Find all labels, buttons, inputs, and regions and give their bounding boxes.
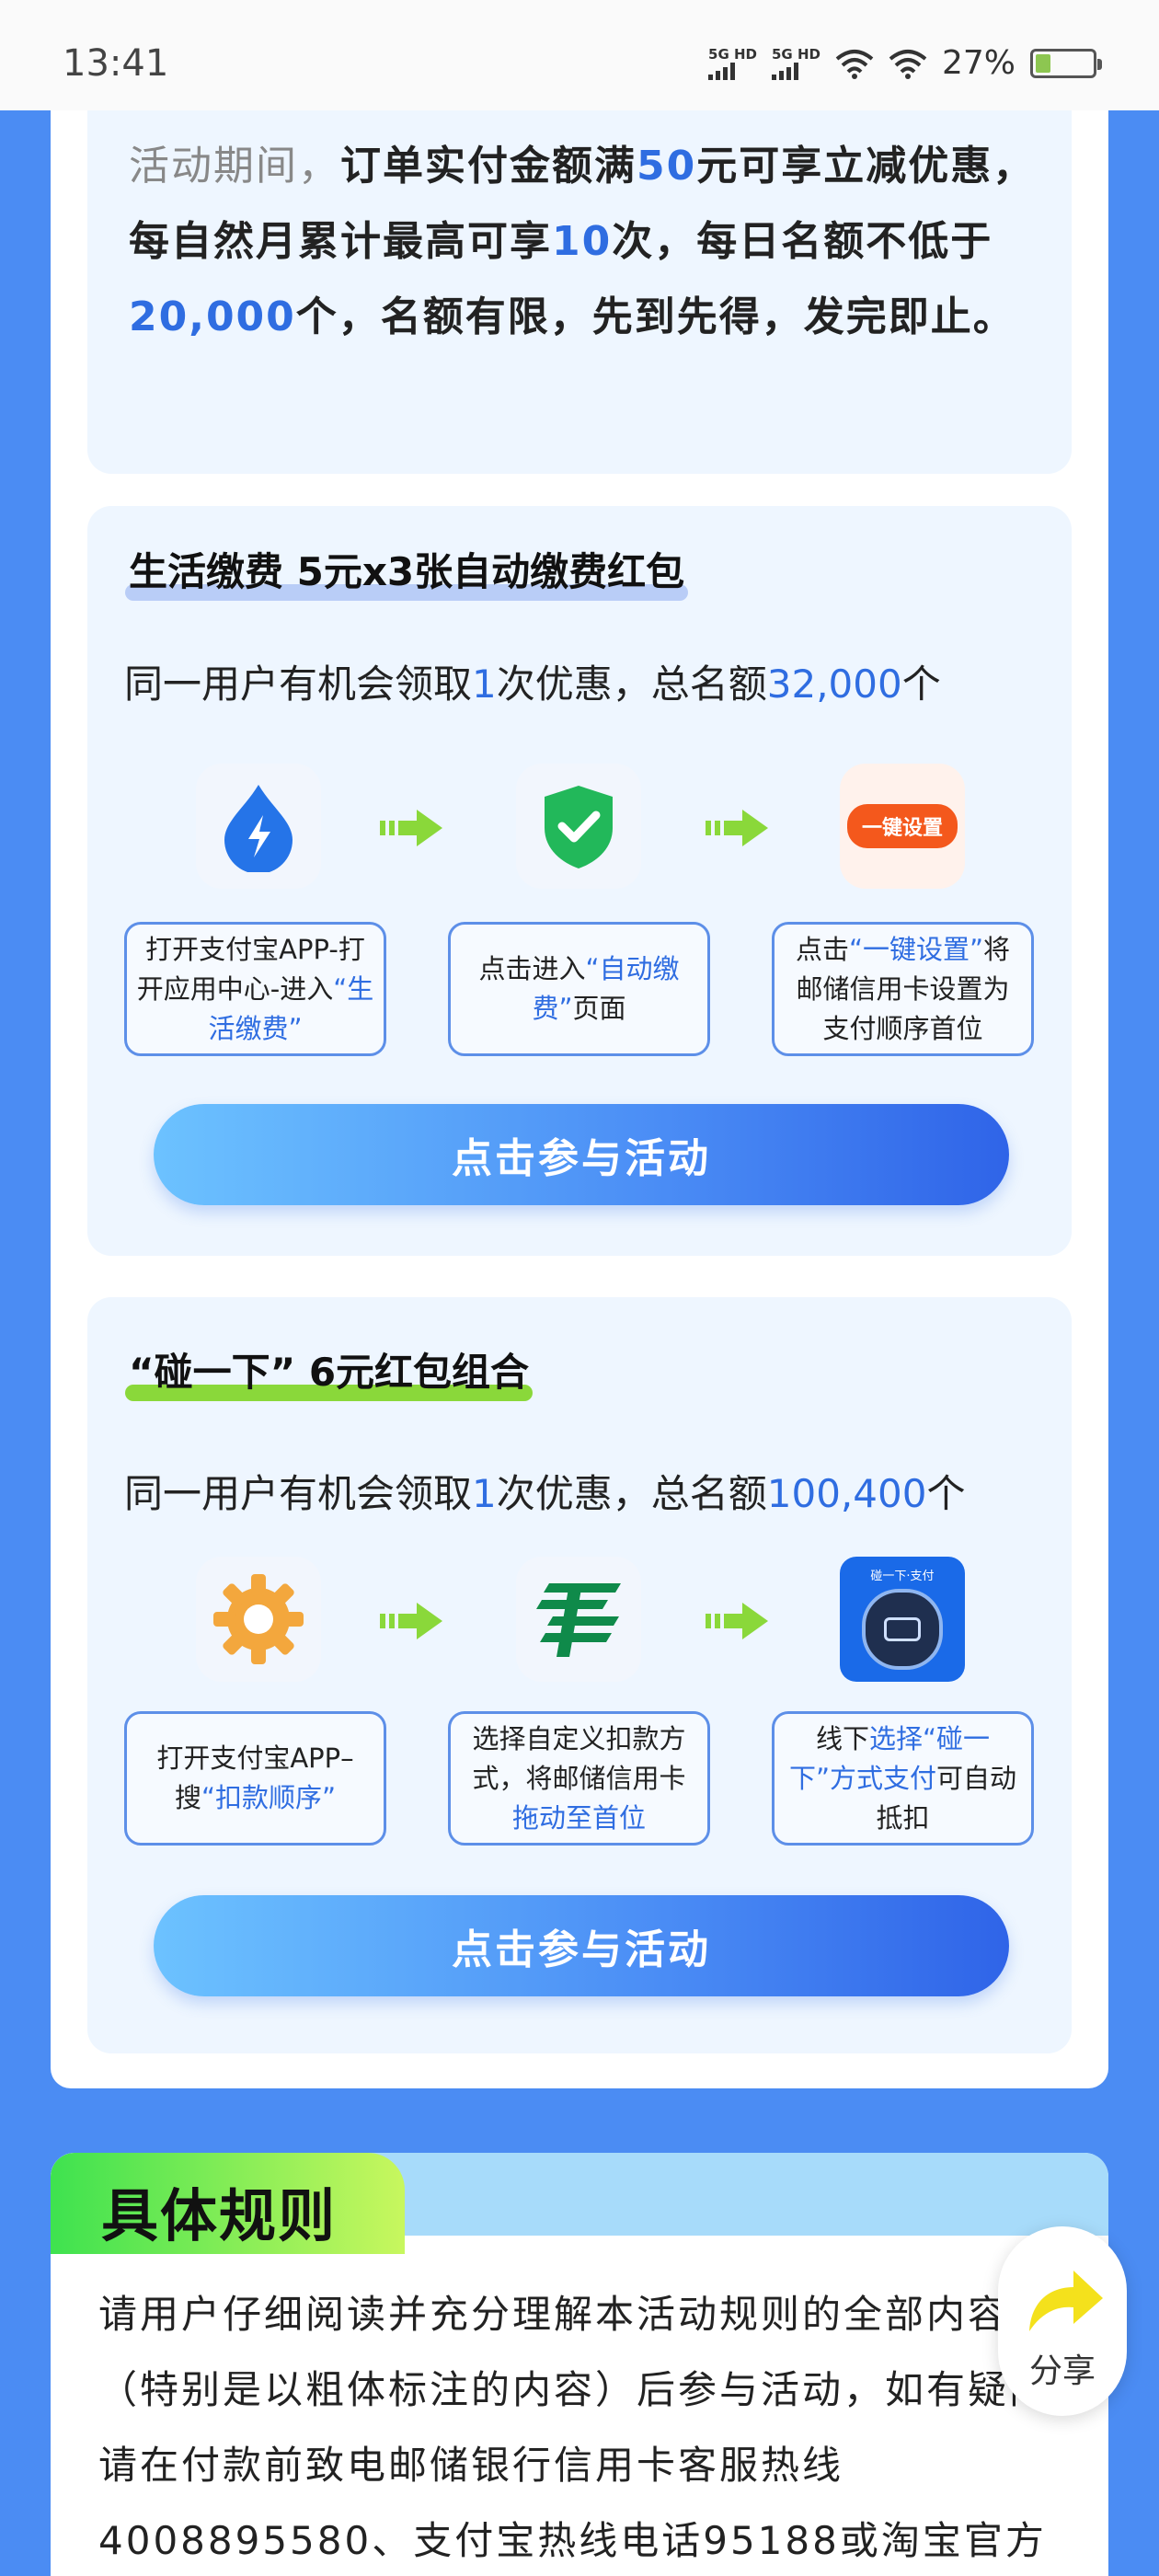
arrow-right-icon (380, 810, 442, 846)
step-text: 线下 (815, 1722, 869, 1754)
one-click-setup-icon: 一键设置 (840, 764, 965, 889)
status-time: 13:41 (63, 42, 169, 85)
step-highlight: 拖动至首位 (511, 1801, 646, 1834)
intro-text: 活动期间，订单实付金额满50元可享立减优惠，每自然月累计最高可享10次，每日名额… (129, 129, 1044, 355)
join-activity-button[interactable]: 点击参与活动 (154, 1895, 1009, 1996)
step-box: 点击“一键设置”将邮储信用卡设置为支付顺序首位 (772, 922, 1034, 1056)
intro-quota: 20,000 (129, 293, 296, 340)
status-icons: 5G HD 5G HD 27% (708, 44, 1102, 82)
intro-box: 活动期间，订单实付金额满50元可享立减优惠，每自然月累计最高可享10次，每日名额… (87, 110, 1072, 474)
step-text: 点击 (795, 933, 849, 965)
sub-text: 个 (926, 1471, 966, 1516)
intro-part: 个，名额有限，先到先得，发完即止。 (295, 293, 1016, 340)
step-text: 选择自定义扣款方式，将邮储信用卡 (472, 1722, 686, 1794)
wifi-icon (889, 49, 927, 79)
signal-icon: 5G HD (708, 47, 757, 80)
step-box: 选择自定义扣款方式，将邮储信用卡拖动至首位 (448, 1711, 710, 1846)
setup-badge-text: 一键设置 (846, 804, 958, 848)
signal-label: 5G HD (708, 45, 757, 63)
tap-to-pay-icon: 碰一下·支付 (840, 1557, 965, 1682)
sub-quota: 100,400 (766, 1471, 927, 1516)
section-title-text: “碰一下” 6元红包组合 (129, 1350, 530, 1395)
step-box: 点击进入“自动缴费”页面 (448, 922, 710, 1056)
arrow-right-icon (706, 810, 768, 846)
step-box: 打开支付宝APP–搜“扣款顺序” (124, 1711, 386, 1846)
share-arrow-icon (1029, 2271, 1103, 2331)
join-activity-button[interactable]: 点击参与活动 (154, 1104, 1009, 1205)
sub-text: 同一用户有机会领取 (124, 1471, 473, 1516)
sub-text: 个 (901, 661, 941, 707)
signal-icon: 5G HD (772, 47, 820, 80)
postal-bank-logo-icon (516, 1557, 641, 1682)
rules-text: 请用户仔细阅读并充分理解本活动规则的全部内容（特别是以粗体标注的内容）后参与活动… (98, 2292, 1051, 2563)
intro-part: 次，每日名额不低于 (612, 218, 993, 265)
step-text: 点击进入 (478, 953, 586, 984)
step-highlight: “一键设置” (848, 933, 984, 965)
signal-label: 5G HD (772, 45, 820, 63)
section-utility-payment: 生活缴费 5元x3张自动缴费红包 同一用户有机会领取1次优惠，总名额32,000… (87, 506, 1072, 1256)
step-box: 线下选择“碰一下”方式支付可自动抵扣 (772, 1711, 1034, 1846)
status-bar: 13:41 5G HD 5G HD 27% (0, 0, 1159, 110)
shield-check-icon (516, 764, 641, 889)
intro-part: 订单实付金额满 (340, 143, 637, 190)
sub-text: 同一用户有机会领取 (124, 661, 473, 707)
sub-count: 1 (472, 661, 497, 707)
rules-tab: 具体规则 (51, 2153, 405, 2254)
sub-text: 次优惠，总名额 (496, 1471, 767, 1516)
tap-pay-label: 碰一下·支付 (870, 1569, 935, 1583)
wifi-icon (835, 49, 874, 79)
lightning-icon (196, 764, 321, 889)
activity-card: 活动期间，订单实付金额满50元可享立减优惠，每自然月累计最高可享10次，每日名额… (51, 110, 1108, 2088)
section-subtitle: 同一用户有机会领取1次优惠，总名额32,000个 (124, 653, 941, 709)
sub-count: 1 (472, 1471, 497, 1516)
gear-icon (196, 1557, 321, 1682)
rules-title: 具体规则 (101, 2182, 338, 2249)
section-subtitle: 同一用户有机会领取1次优惠，总名额100,400个 (124, 1463, 965, 1519)
step-box: 打开支付宝APP-打开应用中心-进入“生活缴费” (124, 922, 386, 1056)
step-highlight: “扣款顺序” (201, 1782, 337, 1813)
arrow-right-icon (380, 1603, 442, 1639)
intro-times: 10 (552, 218, 613, 265)
section-title: “碰一下” 6元红包组合 (125, 1341, 534, 1401)
battery-icon (1030, 48, 1102, 78)
battery-percent: 27% (941, 44, 1016, 82)
step-text: 页面 (572, 993, 626, 1024)
share-button[interactable]: 分享 (998, 2226, 1127, 2416)
sub-quota: 32,000 (766, 661, 902, 707)
share-label[interactable]: 分享 (998, 2344, 1127, 2392)
sub-text: 次优惠，总名额 (496, 661, 767, 707)
section-tap-to-pay: “碰一下” 6元红包组合 同一用户有机会领取1次优惠，总名额100,400个 碰… (87, 1297, 1072, 2053)
rules-card: 具体规则 请用户仔细阅读并充分理解本活动规则的全部内容（特别是以粗体标注的内容）… (51, 2153, 1108, 2576)
step-text: 打开支付宝APP-打开应用中心-进入 (136, 933, 365, 1005)
intro-amount: 50 (637, 143, 697, 190)
section-title: 生活缴费 5元x3张自动缴费红包 (125, 541, 689, 601)
arrow-right-icon (706, 1603, 768, 1639)
section-title-text: 生活缴费 5元x3张自动缴费红包 (129, 549, 685, 594)
intro-lead: 活动期间， (129, 143, 340, 190)
